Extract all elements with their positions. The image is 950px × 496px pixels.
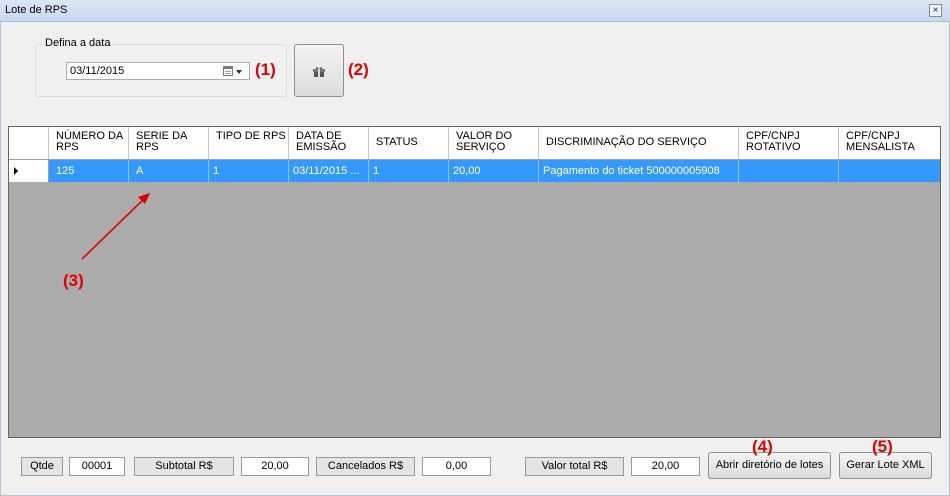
annotation-arrow	[81, 193, 150, 260]
calendar-icon[interactable]	[223, 66, 233, 76]
grid-corner	[9, 127, 49, 159]
column-header-numero[interactable]: NÚMERO DA RPS	[49, 127, 129, 159]
window-titlebar: Lote de RPS ×	[0, 0, 950, 22]
column-header-data[interactable]: DATA DE EMISSÃO	[289, 127, 369, 159]
cell-tipo[interactable]: 1	[209, 160, 289, 182]
column-header-discriminacao[interactable]: DISCRIMINAÇÃO DO SERVIÇO	[539, 127, 739, 159]
date-picker[interactable]: 03/11/2015	[66, 62, 250, 80]
close-icon: ×	[932, 5, 939, 16]
row-header[interactable]	[9, 160, 49, 182]
subtotal-label: Subtotal R$	[134, 457, 234, 476]
date-value[interactable]: 03/11/2015	[70, 65, 124, 77]
column-header-serie[interactable]: SERIE DA RPS	[129, 127, 209, 159]
subtotal-value: 20,00	[241, 457, 309, 476]
rps-grid[interactable]: NÚMERO DA RPS SERIE DA RPS TIPO DE RPS D…	[8, 126, 941, 438]
annotation-4: (4)	[752, 437, 773, 456]
total-value: 20,00	[631, 457, 700, 476]
grid-header: NÚMERO DA RPS SERIE DA RPS TIPO DE RPS D…	[9, 127, 940, 160]
cell-data[interactable]: 03/11/2015 ...	[289, 160, 369, 182]
cell-valor[interactable]: 20,00	[449, 160, 539, 182]
column-header-tipo[interactable]: TIPO DE RPS	[209, 127, 289, 159]
total-label: Valor total R$	[525, 457, 624, 476]
window-title: Lote de RPS	[5, 4, 68, 16]
row-pointer-icon	[14, 167, 18, 175]
annotation-1: (1)	[255, 60, 276, 79]
annotation-3: (3)	[63, 271, 84, 290]
table-row[interactable]: 125 A 1 03/11/2015 ... 1 20,00 Pagamento…	[9, 160, 940, 182]
generate-button[interactable]	[294, 44, 344, 97]
close-button[interactable]: ×	[929, 4, 942, 17]
cell-cpf-rotativo[interactable]	[739, 160, 839, 182]
cell-discriminacao[interactable]: Pagamento do ticket 500000005908	[539, 160, 739, 182]
column-header-cpf-rotativo[interactable]: CPF/CNPJ ROTATIVO	[739, 127, 839, 159]
column-header-valor[interactable]: VALOR DO SERVIÇO	[449, 127, 539, 159]
date-group-legend: Defina a data	[42, 37, 114, 49]
column-header-cpf-mensalista[interactable]: CPF/CNPJ MENSALISTA	[839, 127, 940, 159]
chevron-down-icon[interactable]	[236, 70, 242, 74]
gift-icon	[313, 67, 325, 77]
cancelados-value: 0,00	[422, 457, 491, 476]
cell-serie[interactable]: A	[129, 160, 209, 182]
qtde-value: 00001	[69, 457, 125, 476]
annotation-2: (2)	[348, 60, 369, 79]
cell-numero[interactable]: 125	[49, 160, 129, 182]
cell-cpf-mensalista[interactable]	[839, 160, 940, 182]
annotation-5: (5)	[872, 437, 893, 456]
cancelados-label: Cancelados R$	[316, 457, 415, 476]
qtde-label: Qtde	[21, 457, 63, 476]
cell-status[interactable]: 1	[369, 160, 449, 182]
column-header-status[interactable]: STATUS	[369, 127, 449, 159]
